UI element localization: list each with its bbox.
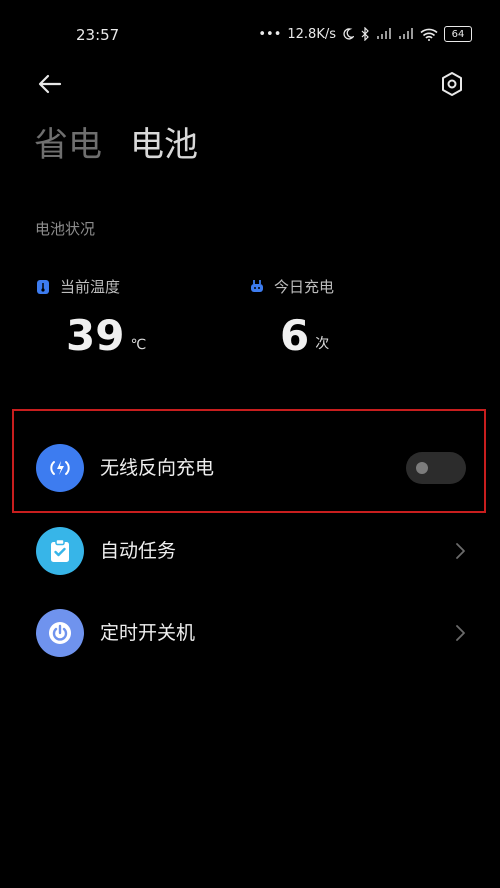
section-label-battery-status: 电池状况 xyxy=(35,220,96,238)
charge-count-unit: 次 xyxy=(315,336,330,352)
signal-icon xyxy=(377,28,391,39)
tab-power-saving[interactable]: 省电 xyxy=(34,122,102,168)
auto-task-row[interactable]: 自动任务 xyxy=(0,516,500,586)
gear-icon xyxy=(442,72,462,96)
bluetooth-icon xyxy=(361,27,369,41)
tab-battery[interactable]: 电池 xyxy=(130,122,198,168)
plug-icon xyxy=(251,279,263,292)
wireless-reverse-charging-row[interactable]: 无线反向充电 xyxy=(0,433,500,503)
network-speed: 12.8K/s xyxy=(287,26,336,42)
battery-icon: 64 xyxy=(444,26,472,42)
wifi-icon xyxy=(420,28,438,41)
auto-task-label: 自动任务 xyxy=(100,540,177,562)
top-nav xyxy=(0,60,500,106)
wireless-reverse-charging-toggle[interactable] xyxy=(406,452,466,484)
status-time: 23:57 xyxy=(76,26,120,44)
temperature-value: 39 xyxy=(66,311,125,360)
scheduled-power-label: 定时开关机 xyxy=(100,622,196,644)
clipboard-check-icon xyxy=(36,527,84,575)
chevron-right-icon xyxy=(456,625,465,641)
charge-count-value: 6 xyxy=(280,311,310,360)
wireless-charging-icon xyxy=(36,444,84,492)
toggle-knob xyxy=(416,462,428,474)
arrow-left-icon xyxy=(38,74,62,94)
chevron-right-icon xyxy=(456,543,465,559)
back-button[interactable] xyxy=(36,70,64,98)
tab-bar: 省电 电池 xyxy=(34,122,198,168)
scheduled-power-row[interactable]: 定时开关机 xyxy=(0,598,500,668)
charge-count-label: 今日充电 xyxy=(274,278,335,296)
temperature-stat: 当前温度 39 ℃ xyxy=(36,276,146,357)
signal-icon xyxy=(399,28,413,39)
settings-button[interactable] xyxy=(438,70,466,98)
moon-icon xyxy=(343,28,354,40)
temperature-unit: ℃ xyxy=(130,337,147,353)
charge-count-stat: 今日充电 6 次 xyxy=(250,276,334,357)
power-icon xyxy=(36,609,84,657)
thermometer-icon xyxy=(37,279,49,294)
wireless-reverse-charging-label: 无线反向充电 xyxy=(100,457,215,479)
status-icons: ••• 12.8K/s 64 xyxy=(258,26,472,42)
temperature-label: 当前温度 xyxy=(60,278,121,296)
dots-icon: ••• xyxy=(258,26,282,42)
